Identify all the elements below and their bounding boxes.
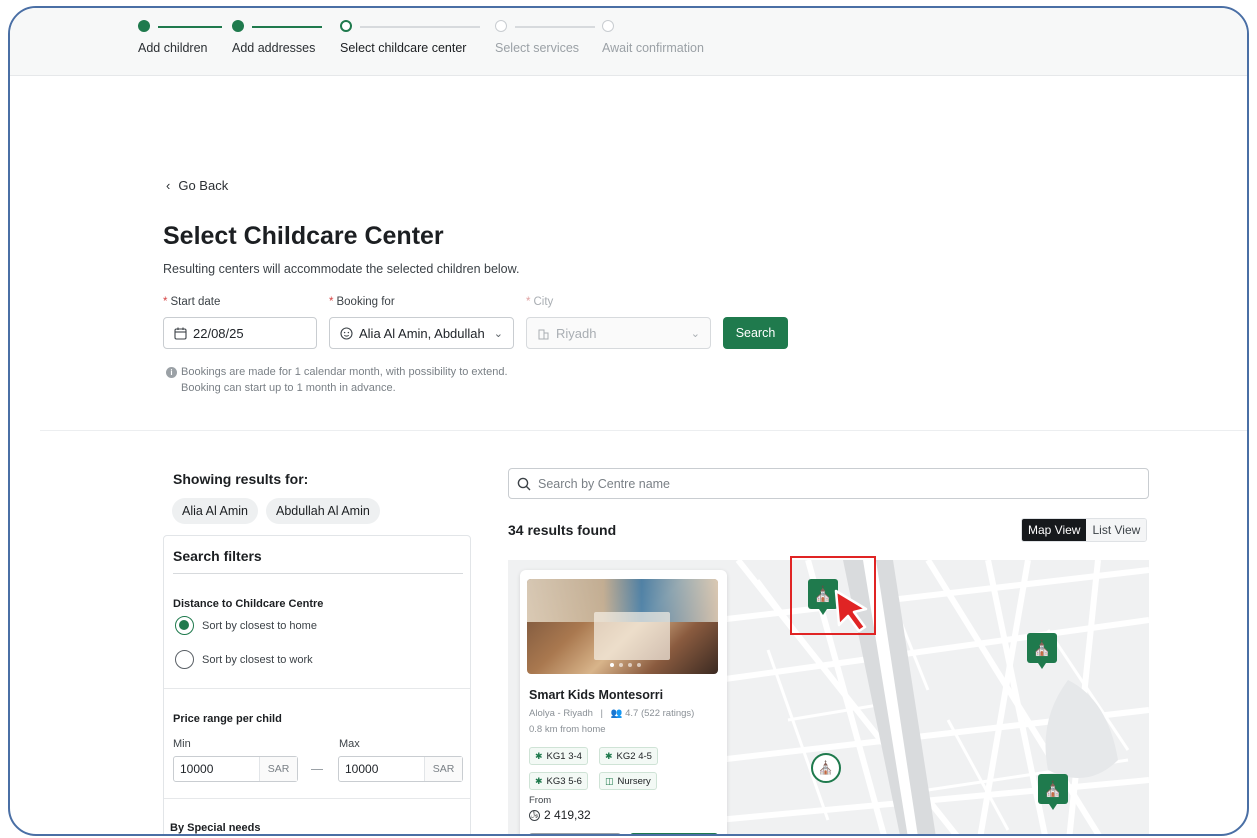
booking-for-label: * Booking for [329,296,395,308]
carousel-dots[interactable] [610,663,641,667]
step-connector [360,26,480,28]
school-pin-icon[interactable]: ⛪ [1027,633,1057,669]
badge-icon: ✱ [605,750,613,761]
list-view-button[interactable]: List View [1086,519,1147,541]
nursery-tag: ◫ Nursery [599,772,657,790]
radio-selected[interactable] [175,616,194,635]
step-done-dot [232,20,244,32]
step-label-add-children[interactable]: Add children [138,41,208,55]
go-back-label: Go Back [178,178,229,193]
centre-price: ﷼ 2 419,32 [529,808,591,822]
start-date-field[interactable]: 22/08/25 [163,317,317,349]
distance-filter-title: Distance to Childcare Centre [173,598,324,610]
booking-for-value: Alia Al Amin, Abdullah [359,325,485,341]
max-price-input[interactable]: 10000 SAR [338,756,463,782]
centre-name: Smart Kids Montesorri [529,688,664,702]
crib-icon: ◫ [605,775,614,786]
search-filters-panel: Search filters Distance to Childcare Cen… [163,535,471,834]
centre-photo[interactable] [527,579,718,674]
city-value: Riyadh [556,325,597,341]
chevron-left-icon: ‹ [166,178,171,193]
filters-band-divider [164,688,470,689]
app-window: Add children Add addresses Select childc… [8,6,1249,836]
map-view-button[interactable]: Map View [1022,519,1087,541]
school-pin-icon[interactable]: ⛪ [1038,774,1068,810]
age-tag: ✱ KG1 3-4 [529,747,588,765]
showing-results-title: Showing results for: [173,471,309,487]
riyal-icon: ﷼ [529,809,540,821]
step-label-select-services: Select services [495,41,580,55]
centre-search-input[interactable]: Search by Centre name [508,468,1149,499]
sort-closest-home-radio[interactable]: Sort by closest to home [175,616,317,635]
city-select[interactable]: Riyadh ⌄ [526,317,711,349]
child-face-icon [340,326,353,340]
page-subtitle: Resulting centers will accommodate the s… [163,262,520,276]
start-date-label: * Start date [163,296,221,308]
details-button[interactable] [529,833,621,834]
currency-suffix: SAR [424,757,462,781]
step-label-select-childcare[interactable]: Select childcare center [340,41,466,55]
min-price-input[interactable]: 10000 SAR [173,756,298,782]
badge-icon: ✱ [535,775,543,786]
filters-divider [173,573,463,574]
search-icon [517,477,531,490]
centre-distance: 0.8 km from home [529,724,606,735]
centre-search-placeholder: Search by Centre name [538,476,671,491]
booking-for-select[interactable]: Alia Al Amin, Abdullah ⌄ [329,317,514,349]
step-todo-dot [602,20,614,32]
book-button[interactable] [630,833,718,834]
step-done-dot [138,20,150,32]
child-chip: Abdullah Al Amin [266,498,380,524]
city-label: * City [526,296,554,308]
step-todo-dot [495,20,507,32]
step-label-add-addresses[interactable]: Add addresses [232,41,315,55]
step-current-dot [340,20,352,32]
step-connector [515,26,595,28]
filters-title: Search filters [173,548,262,564]
min-label: Min [173,738,191,750]
currency-suffix: SAR [259,757,297,781]
radio-unselected[interactable] [175,650,194,669]
section-divider [40,430,1247,431]
badge-icon: ✱ [535,750,543,761]
step-connector [158,26,222,28]
users-icon: 👥 [610,708,623,719]
info-icon: i [166,367,177,378]
pointer-cursor-icon [834,589,868,633]
centre-meta: Alolya - Riyadh | 👥 4.7 (522 ratings) [529,708,695,719]
price-filter-title: Price range per child [173,713,282,725]
go-back-link[interactable]: ‹ Go Back [166,178,228,193]
age-tag: ✱ KG3 5-6 [529,772,588,790]
centre-card[interactable]: Smart Kids Montesorri Alolya - Riyadh | … [520,570,727,834]
results-count: 34 results found [508,522,617,538]
calendar-icon [174,327,187,340]
page-title: Select Childcare Center [163,222,444,250]
age-tag: ✱ KG2 4-5 [599,747,658,765]
building-icon [538,329,549,339]
child-chip: Alia Al Amin [172,498,259,524]
start-date-value: 22/08/25 [193,325,244,341]
sort-closest-work-radio[interactable]: Sort by closest to work [175,650,313,669]
price-from-label: From [529,795,552,806]
step-label-await-confirmation: Await confirmation [602,41,704,55]
chevron-down-icon: ⌄ [493,327,503,340]
special-needs-title: By Special needs [170,822,261,834]
filters-band-divider [164,798,470,799]
step-connector [252,26,322,28]
booking-info-note: i Bookings are made for 1 calendar month,… [166,364,508,396]
school-marker-icon[interactable]: ⛪ [811,753,841,783]
max-label: Max [339,738,360,750]
search-button[interactable]: Search [723,317,788,349]
view-toggle: Map View List View [1021,518,1148,542]
progress-stepper: Add children Add addresses Select childc… [10,8,1247,76]
chevron-down-icon: ⌄ [690,327,700,340]
range-dash [311,769,323,770]
